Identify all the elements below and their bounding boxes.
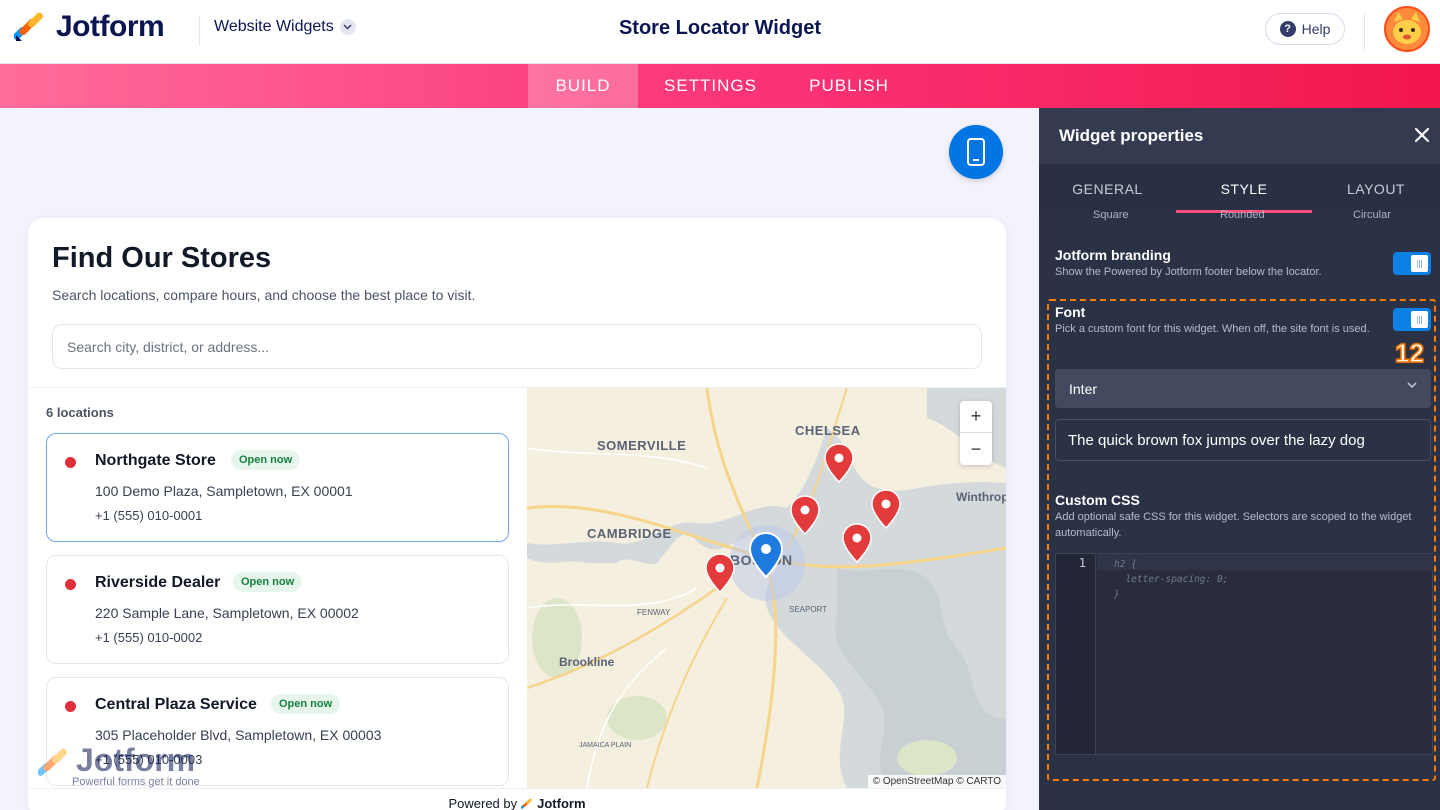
custom-css-description: Add optional safe CSS for this widget. S…	[1055, 511, 1412, 539]
jotform-logo-icon	[14, 12, 43, 41]
map-label: CHELSEA	[795, 423, 861, 438]
status-badge: Open now	[271, 694, 341, 714]
branding-title: Jotform branding	[1055, 247, 1171, 263]
shape-option-circular[interactable]: Circular	[1353, 209, 1391, 221]
tab-general-label: GENERAL	[1072, 181, 1143, 197]
header-divider	[199, 16, 200, 46]
locations-count: 6 locations	[46, 405, 114, 420]
map-label: Brookline	[559, 655, 615, 669]
map-label: SOMERVILLE	[597, 438, 686, 453]
annotation-number: 12	[1394, 337, 1424, 369]
builder-nav: BUILD SETTINGS PUBLISH	[0, 64, 1440, 108]
jotform-logo-icon	[521, 798, 532, 809]
tab-style-label: STYLE	[1220, 181, 1268, 197]
map-label: FENWAY	[637, 608, 671, 617]
tab-build-label: BUILD	[555, 76, 611, 95]
tab-settings-label: SETTINGS	[663, 76, 757, 95]
tab-layout-label: LAYOUT	[1347, 181, 1405, 197]
map-label: Winthrop	[956, 490, 1006, 504]
phone-icon	[967, 138, 985, 166]
tab-general[interactable]: GENERAL	[1039, 164, 1176, 214]
close-icon[interactable]	[1411, 124, 1433, 146]
map-tiles: SOMERVILLE CHELSEA CAMBRIDGE BOSTON Wint…	[527, 388, 1006, 788]
search-placeholder: Search city, district, or address...	[67, 338, 270, 355]
store-card[interactable]: Central Plaza Service Open now 305 Place…	[46, 677, 509, 786]
font-family-select[interactable]: Inter	[1055, 369, 1431, 408]
store-card[interactable]: Northgate Store Open now 100 Demo Plaza,…	[46, 433, 509, 542]
help-button[interactable]: ? Help	[1265, 13, 1345, 45]
panel-tabs: GENERAL STYLE LAYOUT	[1039, 164, 1440, 214]
store-name: Central Plaza Service	[95, 696, 257, 713]
cat-avatar-icon	[1386, 8, 1428, 50]
tab-style[interactable]: STYLE	[1176, 164, 1312, 214]
header-divider	[1364, 12, 1365, 50]
logo-text: Jotform	[56, 10, 165, 43]
panel-header: Widget properties	[1039, 108, 1440, 164]
line-number: 1	[1078, 556, 1086, 570]
custom-css-title: Custom CSS	[1055, 492, 1140, 508]
store-pin-dot	[65, 457, 76, 468]
tab-settings[interactable]: SETTINGS	[648, 64, 773, 108]
font-toggle[interactable]	[1393, 308, 1431, 331]
powered-by-footer[interactable]: Powered by Jotform	[28, 788, 1006, 810]
branding-description: Show the Powered by Jotform footer below…	[1055, 266, 1322, 278]
branding-toggle[interactable]	[1393, 252, 1431, 275]
font-title: Font	[1055, 304, 1086, 320]
chevron-down-icon	[1407, 382, 1417, 389]
store-list: 6 locations Northgate Store Open now 100…	[28, 388, 527, 810]
shape-option-rounded[interactable]: Rounded	[1220, 209, 1265, 221]
jotform-logo[interactable]: Jotform	[14, 10, 165, 44]
map-attribution[interactable]: © OpenStreetMap © CARTO	[867, 775, 1006, 788]
avatar[interactable]	[1384, 6, 1430, 52]
powered-by-brand: Jotform	[537, 796, 586, 810]
font-select-value: Inter	[1069, 380, 1098, 397]
tab-build[interactable]: BUILD	[528, 64, 638, 108]
map-label: SEAPORT	[789, 605, 827, 614]
top-bar: Jotform Website Widgets Store Locator Wi…	[0, 0, 1440, 64]
store-name: Northgate Store	[95, 452, 216, 469]
tab-publish[interactable]: PUBLISH	[790, 64, 908, 108]
store-phone: +1 (555) 010-0002	[95, 630, 203, 645]
powered-by-label: Powered by	[448, 796, 518, 810]
widget-title: Find Our Stores	[52, 242, 272, 274]
store-map[interactable]: SOMERVILLE CHELSEA CAMBRIDGE BOSTON Wint…	[527, 388, 1006, 788]
map-label: CAMBRIDGE	[587, 526, 672, 541]
tab-layout[interactable]: LAYOUT	[1312, 164, 1440, 214]
store-address: 100 Demo Plaza, Sampletown, EX 00001	[95, 483, 353, 499]
mobile-preview-button[interactable]	[949, 125, 1003, 179]
chevron-down-icon	[339, 19, 356, 35]
store-pin-dot	[65, 579, 76, 590]
widget-properties-panel: Widget properties GENERAL STYLE LAYOUT S…	[1039, 108, 1440, 810]
store-address: 220 Sample Lane, Sampletown, EX 00002	[95, 605, 359, 621]
help-icon: ?	[1279, 21, 1296, 37]
store-locator-widget: Find Our Stores Search locations, compar…	[28, 218, 1006, 810]
status-badge: Open now	[231, 450, 301, 470]
preview-canvas: Find Our Stores Search locations, compar…	[0, 108, 1039, 810]
store-card[interactable]: Riverside Dealer Open now 220 Sample Lan…	[46, 555, 509, 664]
map-label: JAMAICA PLAIN	[579, 742, 631, 749]
store-search-input[interactable]: Search city, district, or address...	[52, 324, 982, 369]
widget-subtitle: Search locations, compare hours, and cho…	[52, 287, 476, 303]
store-name: Riverside Dealer	[95, 574, 221, 591]
product-switcher-label: Website Widgets	[214, 18, 334, 35]
tab-publish-label: PUBLISH	[809, 76, 889, 95]
help-label: Help	[1301, 21, 1331, 37]
shape-option-square[interactable]: Square	[1093, 209, 1128, 221]
store-address: 305 Placeholder Blvd, Sampletown, EX 000…	[95, 727, 382, 743]
zoom-out-button[interactable]: −	[960, 433, 992, 465]
zoom-in-button[interactable]: +	[960, 401, 992, 433]
panel-title: Widget properties	[1059, 126, 1204, 145]
product-switcher[interactable]: Website Widgets	[214, 18, 356, 36]
font-preview: The quick brown fox jumps over the lazy …	[1055, 419, 1431, 461]
store-pin-dot	[65, 701, 76, 712]
store-phone: +1 (555) 010-0003	[95, 752, 203, 767]
map-zoom-controls: + −	[960, 401, 992, 465]
font-description: Pick a custom font for this widget. When…	[1055, 323, 1370, 335]
store-phone: +1 (555) 010-0001	[95, 508, 203, 523]
editor-gutter: 1	[1056, 554, 1096, 754]
css-placeholder: h2 { letter-spacing: 0; }	[1114, 559, 1229, 600]
custom-css-editor[interactable]: 1 h2 { letter-spacing: 0; }	[1055, 553, 1433, 755]
status-badge: Open now	[233, 572, 303, 592]
